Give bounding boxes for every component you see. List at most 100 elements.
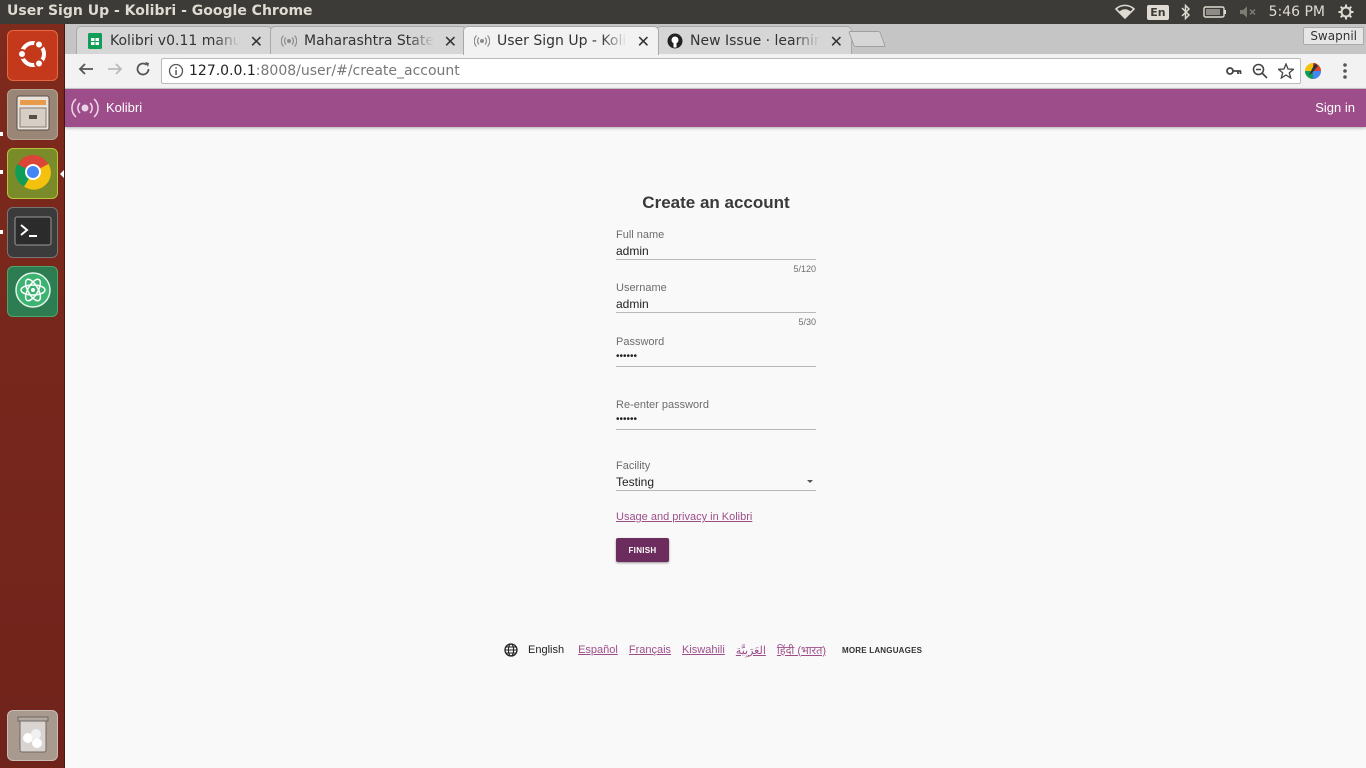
kolibri-logo-icon[interactable]: [70, 95, 100, 125]
chrome-icon: [14, 153, 52, 195]
sheets-icon: [87, 32, 103, 49]
dropdown-caret-icon: [807, 480, 813, 483]
github-icon: [667, 33, 683, 49]
tab-new-issue[interactable]: New Issue · learningequality ✕: [656, 26, 852, 54]
site-info-icon[interactable]: [168, 63, 184, 83]
back-button[interactable]: [74, 60, 98, 82]
language-option-arabic[interactable]: العَرَبِيَّة: [736, 644, 766, 657]
running-indicator: [0, 132, 3, 136]
running-indicator: [0, 230, 3, 234]
reload-button[interactable]: [131, 60, 155, 82]
url-path: :8008/user/#/create_account: [255, 63, 460, 79]
facility-dropdown[interactable]: Testing: [616, 472, 816, 491]
system-top-panel: User Sign Up - Kolibri - Google Chrome E…: [0, 0, 1366, 24]
close-tab-icon[interactable]: ✕: [637, 32, 650, 51]
sign-in-link[interactable]: Sign in: [1315, 100, 1355, 115]
keyboard-layout-indicator[interactable]: En: [1147, 4, 1169, 20]
language-option-francais[interactable]: Français: [629, 644, 671, 656]
browser-window: Kolibri v0.11 manual ✕ Maharashtra State…: [65, 24, 1366, 768]
chrome-launcher[interactable]: [7, 148, 58, 199]
browser-toolbar: 127.0.0.1:8008/user/#/create_account: [65, 54, 1366, 89]
char-counter: 5/30: [798, 317, 816, 327]
full-name-field[interactable]: Full name admin 5/120: [616, 229, 816, 274]
bluetooth-icon[interactable]: [1181, 4, 1191, 20]
forward-arrow-icon: [107, 61, 123, 81]
username-field[interactable]: Username admin 5/30: [616, 282, 816, 327]
volume-muted-icon[interactable]: [1239, 5, 1257, 19]
close-tab-icon[interactable]: ✕: [444, 32, 457, 51]
settings-gear-icon[interactable]: [1338, 4, 1354, 20]
address-bar[interactable]: 127.0.0.1:8008/user/#/create_account: [161, 58, 1301, 84]
reenter-password-input[interactable]: ••••••: [616, 411, 816, 430]
reenter-password-field[interactable]: Re-enter password ••••••: [616, 399, 816, 444]
profile-button[interactable]: Swapnil: [1303, 27, 1364, 45]
color-picker-extension-icon[interactable]: [1303, 61, 1323, 85]
atom-icon: [14, 271, 52, 313]
kolibri-tab-icon: [281, 33, 297, 49]
clock[interactable]: 5:46 PM: [1269, 4, 1325, 20]
back-arrow-icon: [78, 61, 94, 81]
trash-launcher[interactable]: [7, 710, 58, 761]
kolibri-tab-icon: [474, 33, 490, 49]
field-label: Username: [616, 282, 667, 294]
address-bar-actions: [1224, 62, 1296, 80]
files-launcher[interactable]: [7, 89, 58, 140]
field-spacer: [616, 430, 816, 444]
tab-label: New Issue · learningequality: [690, 32, 820, 49]
field-label: Facility: [616, 460, 651, 472]
url-host: 127.0.0.1: [189, 63, 256, 79]
language-option-hindi[interactable]: हिंदी (भारत): [777, 643, 826, 658]
reload-icon: [135, 61, 151, 81]
page-viewport: Kolibri Sign in Create an account Full n…: [65, 89, 1366, 768]
facility-select[interactable]: Facility Testing: [616, 460, 816, 491]
facility-selected-value: Testing: [616, 475, 655, 489]
ubuntu-dash-button[interactable]: [7, 30, 58, 81]
page-title: Create an account: [642, 193, 790, 212]
language-switcher: English Español Français Kiswahili العَر…: [504, 640, 922, 660]
field-label: Re-enter password: [616, 399, 709, 411]
app-brand[interactable]: Kolibri: [106, 100, 142, 115]
close-tab-icon[interactable]: ✕: [830, 32, 843, 51]
trash-icon: [16, 714, 50, 758]
window-title: User Sign Up - Kolibri - Google Chrome: [7, 3, 313, 19]
password-field[interactable]: Password ••••••: [616, 336, 816, 381]
tab-maharashtra[interactable]: Maharashtra State Board ✕: [270, 26, 466, 54]
globe-icon: [504, 643, 518, 657]
file-cabinet-icon: [15, 94, 51, 136]
tab-strip: Kolibri v0.11 manual ✕ Maharashtra State…: [65, 24, 1366, 55]
key-icon[interactable]: [1224, 62, 1244, 80]
tab-kolibri-manual[interactable]: Kolibri v0.11 manual ✕: [76, 26, 272, 54]
atom-launcher[interactable]: [7, 266, 58, 317]
close-tab-icon[interactable]: ✕: [250, 32, 263, 51]
tab-label: User Sign Up - Kolibri: [497, 33, 627, 49]
privacy-link[interactable]: Usage and privacy in Kolibri: [616, 511, 816, 523]
battery-icon[interactable]: [1202, 5, 1227, 19]
zoom-icon[interactable]: [1250, 62, 1270, 80]
wifi-icon[interactable]: [1115, 4, 1136, 20]
finish-button[interactable]: FINISH: [616, 538, 669, 562]
tab-user-sign-up[interactable]: User Sign Up - Kolibri ✕: [463, 26, 659, 55]
password-input[interactable]: ••••••: [616, 348, 816, 367]
language-option-espanol[interactable]: Español: [578, 644, 618, 656]
terminal-icon: [14, 216, 52, 250]
bookmark-star-icon[interactable]: [1276, 62, 1296, 80]
running-indicator: [0, 170, 3, 174]
username-input[interactable]: admin: [616, 294, 816, 313]
full-name-input[interactable]: admin: [616, 241, 816, 260]
unity-launcher: [0, 24, 65, 768]
more-languages-button[interactable]: MORE LANGUAGES: [842, 646, 922, 655]
tab-label: Maharashtra State Board: [304, 32, 434, 49]
language-option-kiswahili[interactable]: Kiswahili: [682, 644, 725, 656]
new-tab-button[interactable]: [848, 31, 886, 47]
field-label: Password: [616, 336, 665, 348]
active-indicator: [60, 170, 64, 178]
system-tray: En 5:46 PM: [1115, 0, 1366, 24]
create-account-form: Create an account Full name admin 5/120 …: [616, 193, 816, 562]
url-text: 127.0.0.1:8008/user/#/create_account: [189, 63, 460, 79]
field-label: Full name: [616, 229, 665, 241]
chrome-menu-icon[interactable]: [1337, 61, 1353, 85]
field-spacer: [616, 367, 816, 381]
app-bar: Kolibri Sign in: [65, 89, 1366, 127]
forward-button[interactable]: [103, 60, 127, 82]
terminal-launcher[interactable]: [7, 207, 58, 258]
